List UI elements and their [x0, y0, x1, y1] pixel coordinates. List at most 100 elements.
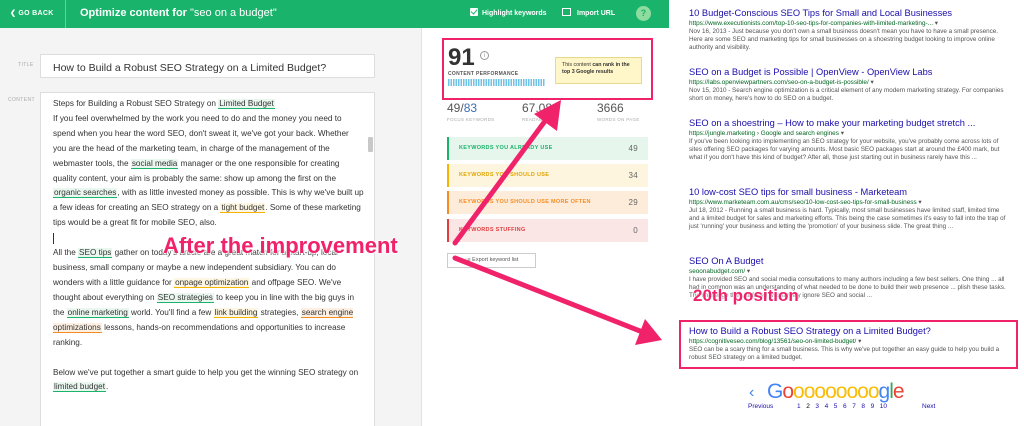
title-query: "seo on a budget" — [190, 7, 277, 19]
pagination: ‹ Gooooooooogle Previous Next 1234567891… — [719, 378, 999, 418]
content-paragraph: Below we've put together a smart guide t… — [53, 366, 364, 396]
import-url-button[interactable]: Import URL — [562, 8, 615, 17]
highlight-keywords-label: Highlight keywords — [482, 10, 547, 17]
search-result: 10 Budget-Conscious SEO Tips for Small a… — [689, 8, 1007, 53]
keyword-highlight: online marketing — [66, 307, 129, 318]
logo-letter: o — [814, 380, 826, 403]
page-link-2: 2 — [806, 403, 810, 410]
export-keyword-list-button[interactable]: ↓≡ Export keyword list — [447, 253, 536, 268]
keyword-highlight: social media — [130, 158, 179, 169]
result-snippet: Nov 16, 2013 - Just because you don't ow… — [689, 28, 999, 52]
search-result-highlighted: How to Build a Robust SEO Strategy on a … — [689, 326, 1007, 362]
highlight-keywords-checkbox[interactable]: Highlight keywords — [470, 8, 547, 17]
result-snippet: Jul 18, 2012 - Running a small business … — [689, 207, 1006, 231]
page-link-3[interactable]: 3 — [815, 403, 819, 410]
logo-letter: o — [793, 380, 805, 403]
content-paragraph: Steps for Building a Robust SEO Strategy… — [53, 97, 364, 112]
content-text: Steps for Building a Robust SEO Strategy… — [53, 99, 219, 108]
page-link-8[interactable]: 8 — [861, 403, 865, 410]
scrollbar-thumb[interactable] — [368, 137, 373, 152]
result-title-link[interactable]: SEO on a Budget is Possible | OpenView -… — [689, 67, 1007, 77]
import-url-label: Import URL — [577, 10, 616, 17]
keywords-stuffing-row[interactable]: KEYWORDS STUFFING 0 — [447, 219, 648, 242]
page-link-9[interactable]: 9 — [871, 403, 875, 410]
row-count: 34 — [628, 171, 638, 180]
logo-letter: o — [846, 380, 858, 403]
result-title-link[interactable]: SEO On A Budget — [689, 256, 1007, 266]
logo-letter: o — [857, 380, 869, 403]
focus-keywords-label: FOCUS KEYWORDS — [447, 117, 495, 122]
keyword-highlight: SEO tips — [78, 248, 113, 259]
page-link-1[interactable]: 1 — [797, 403, 801, 410]
result-title-link[interactable]: SEO on a shoestring – How to make your m… — [689, 118, 1007, 128]
logo-letter: e — [892, 380, 905, 403]
result-title-link[interactable]: 10 Budget-Conscious SEO Tips for Small a… — [689, 8, 1007, 18]
row-label: KEYWORDS STUFFING — [459, 227, 526, 233]
title-prefix: Optimize content for — [80, 7, 187, 19]
focus-keywords-stat: 49/83 — [447, 101, 477, 115]
content-performance-label: CONTENT PERFORMANCE — [448, 71, 519, 77]
info-icon[interactable]: i — [480, 51, 489, 60]
keyword-highlight: SEO strategies — [156, 292, 214, 303]
top-bar: ❮ GO BACK Optimize content for "seo on a… — [0, 0, 669, 28]
result-snippet: Nov 15, 2010 - Search engine optimizatio… — [689, 87, 1004, 103]
page-title: Optimize content for "seo on a budget" — [80, 7, 277, 19]
keyword-highlight: Limited Budget — [218, 99, 275, 109]
keyword-highlight: onpage optimization — [174, 277, 250, 288]
content-text: All the — [53, 248, 79, 258]
search-result: SEO on a shoestring – How to make your m… — [689, 118, 1007, 163]
title-label: TITLE — [18, 62, 34, 68]
content-text: strategies, — [258, 307, 301, 317]
keywords-use-more-often-row[interactable]: KEYWORDS YOU SHOULD USE MORE OFTEN 29 — [447, 191, 648, 214]
content-label: CONTENT — [8, 97, 35, 103]
readability-stat: 67.08 — [522, 101, 553, 115]
chevron-left-icon[interactable]: ‹ — [749, 384, 754, 402]
help-button[interactable]: ? — [636, 6, 651, 21]
ranking-tip: This content can rank in the top 3 Googl… — [555, 57, 642, 84]
export-label: Export keyword list — [472, 257, 519, 263]
annotation-position: 20th position — [693, 286, 799, 305]
go-back-label: GO BACK — [18, 10, 54, 17]
row-count: 29 — [628, 198, 638, 207]
result-url: seoonabudget.com/ — [689, 267, 1007, 275]
checkbox-icon — [470, 8, 478, 16]
page-link-10[interactable]: 10 — [880, 403, 887, 410]
logo-letter: o — [825, 380, 837, 403]
google-pager-logo: Gooooooooogle — [767, 380, 905, 404]
word-count-stat: 3666 — [597, 101, 624, 115]
search-result: 10 low-cost SEO tips for small business … — [689, 187, 1007, 232]
page-link-6[interactable]: 6 — [843, 403, 847, 410]
content-editor[interactable]: Steps for Building a Robust SEO Strategy… — [40, 92, 375, 426]
row-count: 49 — [628, 144, 638, 153]
logo-letter: o — [835, 380, 848, 403]
keyword-highlight: organic searches — [53, 188, 118, 199]
title-input[interactable]: How to Build a Robust SEO Strategy on a … — [40, 54, 375, 78]
keyword-highlight: limited budget — [53, 382, 106, 393]
result-url: https://www.executionists.com/top-10-seo… — [689, 19, 1007, 27]
keyword-highlight: link building — [213, 307, 259, 318]
annotation-after-improvement: After the improvement — [163, 233, 398, 258]
page-link-4[interactable]: 4 — [825, 403, 829, 410]
page-link-5[interactable]: 5 — [834, 403, 838, 410]
result-url: https://labs.openviewpartners.com/seo-on… — [689, 78, 1007, 86]
keywords-already-use-row[interactable]: KEYWORDS YOU ALREADY USE 49 — [447, 137, 648, 160]
result-url: https://www.marketeam.com.au/cms/seo/10-… — [689, 198, 1007, 206]
page-link-7[interactable]: 7 — [852, 403, 856, 410]
import-icon — [562, 8, 571, 16]
previous-link[interactable]: Previous — [748, 403, 773, 410]
stat-value: 49/ — [447, 101, 464, 115]
content-performance-bar — [448, 79, 545, 86]
chevron-left-icon: ❮ — [10, 10, 17, 17]
divider — [65, 0, 66, 28]
next-link[interactable]: Next — [922, 403, 935, 410]
readability-label: READABILITY — [522, 117, 555, 122]
content-paragraph: All the SEO tips gather on today's artic… — [53, 246, 364, 350]
result-title-link[interactable]: How to Build a Robust SEO Strategy on a … — [689, 326, 1007, 336]
editor-pane: TITLE How to Build a Robust SEO Strategy… — [0, 28, 422, 426]
go-back-button[interactable]: ❮ GO BACK — [10, 9, 54, 17]
logo-letter: g — [878, 380, 891, 403]
content-text: . — [105, 382, 109, 392]
keywords-should-use-row[interactable]: KEYWORDS YOU SHOULD USE 34 — [447, 164, 648, 187]
result-title-link[interactable]: 10 low-cost SEO tips for small business … — [689, 187, 1007, 197]
